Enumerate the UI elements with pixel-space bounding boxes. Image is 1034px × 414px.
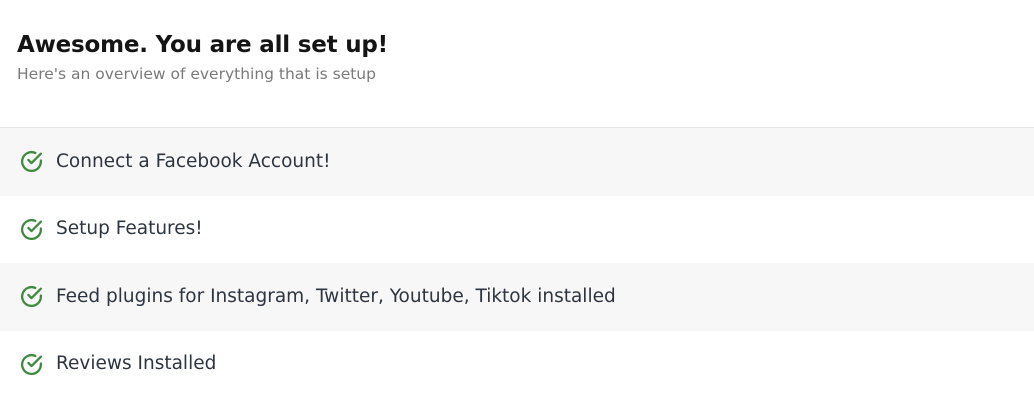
checklist-item-label: Reviews Installed (56, 353, 217, 375)
setup-checklist: Connect a Facebook Account! Setup Featur… (0, 128, 1034, 398)
setup-summary-panel: Awesome. You are all set up! Here's an o… (0, 0, 1034, 414)
checklist-item-setup-features: Setup Features! (0, 196, 1034, 264)
check-circle-icon (19, 149, 44, 174)
checklist-item-label: Setup Features! (56, 218, 203, 240)
page-subtitle: Here's an overview of everything that is… (17, 65, 376, 83)
check-circle-icon (19, 352, 44, 377)
setup-header: Awesome. You are all set up! Here's an o… (0, 0, 1034, 128)
check-circle-icon (19, 284, 44, 309)
checklist-item-connect-facebook: Connect a Facebook Account! (0, 128, 1034, 196)
checklist-item-reviews: Reviews Installed (0, 331, 1034, 399)
checklist-item-label: Feed plugins for Instagram, Twitter, You… (56, 285, 616, 307)
checklist-item-label: Connect a Facebook Account! (56, 150, 331, 172)
check-circle-icon (19, 217, 44, 242)
checklist-item-feed-plugins: Feed plugins for Instagram, Twitter, You… (0, 263, 1034, 331)
page-title: Awesome. You are all set up! (17, 32, 388, 58)
